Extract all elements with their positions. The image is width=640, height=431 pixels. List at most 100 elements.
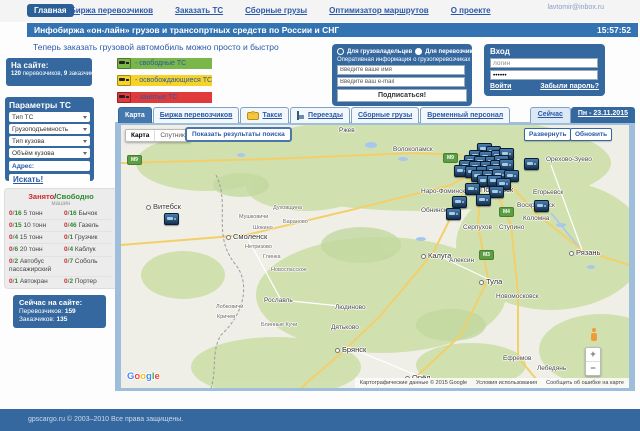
params-title: Параметры ТС <box>9 100 71 110</box>
search-button[interactable]: Искать! <box>9 174 90 186</box>
login-submit-link[interactable]: Войти <box>490 83 511 90</box>
legend-item: - освобождающиеся ТС <box>117 75 213 86</box>
radio-cargo-owner-icon[interactable] <box>337 48 344 55</box>
zoom-control: + − <box>585 347 601 376</box>
subscribe-box: Для грузовладельцев Для перевозчиков Опе… <box>332 44 480 106</box>
map-tab[interactable]: Переезды <box>290 107 350 123</box>
radio-cargo-owner-label[interactable]: Для грузовладельцев <box>347 49 412 55</box>
param-select[interactable]: Объём кузова <box>9 148 90 158</box>
city-label: Шокино <box>253 225 273 231</box>
map-attribution: Картографические данные © 2015 Google Ус… <box>354 378 629 388</box>
login-input[interactable] <box>490 58 598 68</box>
password-input[interactable] <box>490 70 598 80</box>
expand-button[interactable]: Развернуть <box>524 128 572 141</box>
city-label: Духовщина <box>273 205 302 211</box>
terms-link[interactable]: Условия использования <box>476 380 537 386</box>
map[interactable]: Витебск Смоленск Ржев Волоколамск Орехово-Зу… <box>121 125 629 388</box>
subscribe-name-input[interactable] <box>337 65 465 75</box>
city-label: Ступино <box>499 224 525 231</box>
map-tab[interactable]: Сборные грузы <box>350 107 420 123</box>
map-tab[interactable]: Биржа перевозчиков <box>152 107 240 123</box>
subscribe-caption: Оперативная информация о грузоперевозчик… <box>337 57 471 63</box>
tab-date[interactable]: Пн - 23.11.2015 <box>570 107 635 123</box>
handtruck-icon <box>297 111 305 120</box>
login-box: Вход Войти Забыли пароль? <box>484 44 605 96</box>
busy-free-title: Занято/Свободно <box>28 192 94 201</box>
map-tab[interactable]: Такси <box>240 107 290 123</box>
city-label: Наро-Фоминск <box>421 188 466 195</box>
vehicle-marker[interactable] <box>534 200 549 212</box>
taxi-icon <box>247 110 260 120</box>
city-label: Лобковичи <box>216 304 244 310</box>
city-label: Новомосковск <box>496 293 539 300</box>
radio-carrier-icon[interactable] <box>415 48 423 55</box>
subscribe-email-input[interactable] <box>337 77 465 87</box>
onsite-stats-box: На сайте: 120 перевозчиков, 9 заказчиков <box>6 58 100 86</box>
nav-link[interactable]: Сборные грузы <box>245 6 307 15</box>
city-label: Тула <box>479 277 502 286</box>
vehicle-marker[interactable] <box>446 208 461 220</box>
city-label: Глинка <box>263 254 281 260</box>
city-label: Егорьевск <box>533 189 564 196</box>
nav-link[interactable]: Заказать ТС <box>175 6 223 15</box>
report-error-link[interactable]: Сообщить об ошибке на карте <box>546 380 624 386</box>
page-subtitle: Теперь заказать грузовой автомобиль можн… <box>33 42 279 52</box>
forgot-password-link[interactable]: Забыли пароль? <box>540 83 599 90</box>
city-label: Нетризово <box>245 244 272 250</box>
city-label: Калуга <box>421 251 451 260</box>
road-badge: М3 <box>479 250 494 260</box>
city-label: Кричев <box>217 314 236 320</box>
vehicle-marker[interactable] <box>524 158 539 170</box>
zoom-out-button[interactable]: − <box>586 362 600 375</box>
user-email: lavtomir@inbox.ru <box>547 4 604 11</box>
radio-carrier-label[interactable]: Для перевозчиков <box>425 49 480 55</box>
city-label: Бараново <box>283 219 308 225</box>
city-label: Витебск <box>146 202 181 211</box>
maptype-map-button[interactable]: Карта <box>126 130 156 141</box>
vehicle-marker[interactable] <box>476 194 491 206</box>
nav-home-button[interactable]: Главная <box>27 4 74 17</box>
param-select[interactable]: Тип ТС <box>9 112 90 122</box>
onsite-title: На сайте: <box>11 61 49 70</box>
chevron-down-icon <box>83 151 87 155</box>
vehicle-legend: - свободные ТС - освобождающиеся ТС - за… <box>117 58 213 103</box>
busy-free-row: 0/2 Автобус пассажирский 0/7 Соболь <box>9 255 113 276</box>
tab-now[interactable]: Сейчас <box>529 107 571 123</box>
vehicle-marker[interactable] <box>489 186 504 198</box>
busy-free-box: Занято/Свободно машин 0/16 5 тонн 0/16 Б… <box>4 188 118 289</box>
param-select[interactable]: Тип кузова <box>9 136 90 146</box>
truck-icon <box>117 75 131 86</box>
google-logo[interactable]: Google <box>127 371 160 382</box>
map-terrain <box>121 125 629 388</box>
show-results-button[interactable]: Показать результаты поиска <box>185 127 292 142</box>
zoom-in-button[interactable]: + <box>586 348 600 362</box>
busy-free-row: 0/15 10 тонн 0/46 Газель <box>9 219 113 231</box>
chevron-down-icon <box>83 115 87 119</box>
pegman-icon[interactable] <box>589 328 599 342</box>
attribution-text: Картографические данные © 2015 Google <box>359 380 468 386</box>
road-badge: М9 <box>127 155 142 165</box>
vehicle-marker[interactable] <box>452 196 467 208</box>
onsite-stats: 120 перевозчиков, 9 заказчиков <box>11 71 100 77</box>
nav-link[interactable]: Биржа перевозчиков <box>70 6 153 15</box>
maptype-control: Карта Спутник <box>125 129 191 142</box>
city-label: Людиново <box>335 304 366 311</box>
city-label: Волоколамск <box>393 146 433 153</box>
param-select[interactable]: Грузоподъемность <box>9 124 90 134</box>
footer-text: gpscargo.ru © 2003–2010 Все права защище… <box>28 416 184 423</box>
city-label: Мушковичи <box>239 214 269 220</box>
refresh-button[interactable]: Обновить <box>570 128 613 141</box>
city-label: Орехово-Зуево <box>546 156 592 163</box>
map-tab[interactable]: Карта <box>118 107 152 123</box>
map-tab[interactable]: Временный персонал <box>420 107 511 123</box>
city-label: Дятьково <box>331 324 359 331</box>
nav-link[interactable]: О проекте <box>451 6 491 15</box>
city-label: Лебедянь <box>537 365 567 372</box>
nav-links: Биржа перевозчиков Заказать ТС Сборные гру… <box>70 6 491 15</box>
road-badge: М9 <box>443 153 458 163</box>
truck-icon <box>117 58 131 69</box>
address-input[interactable] <box>9 161 90 171</box>
nav-link[interactable]: Оптимизатор маршрутов <box>329 6 429 15</box>
vehicle-marker[interactable] <box>164 213 179 225</box>
subscribe-button[interactable]: Подписаться! <box>337 89 467 102</box>
